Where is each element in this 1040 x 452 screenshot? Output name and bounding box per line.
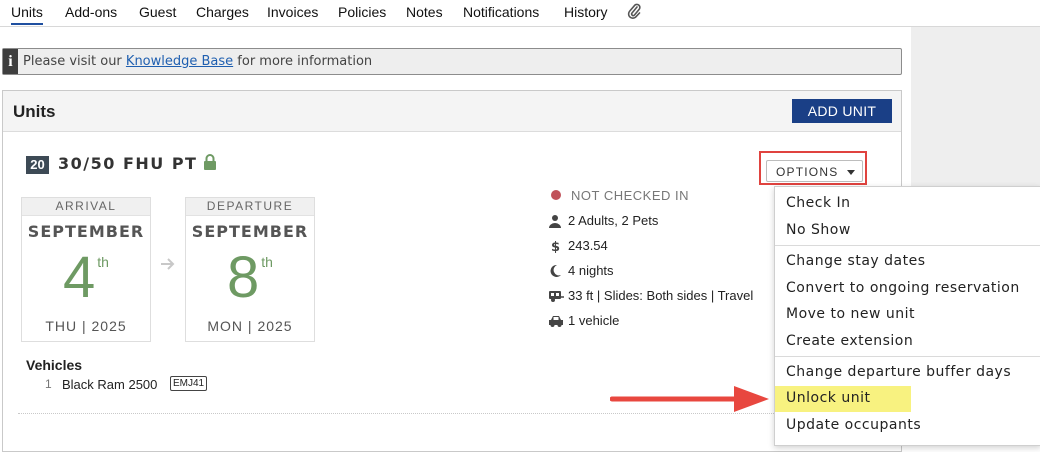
- car-icon: [549, 316, 563, 327]
- tab-notes[interactable]: Notes: [406, 4, 443, 20]
- svg-text:$: $: [551, 240, 560, 253]
- menu-item-no-show[interactable]: No Show: [775, 218, 1040, 244]
- add-unit-button[interactable]: ADD UNIT: [792, 99, 892, 123]
- departure-day-suffix: th: [261, 254, 273, 270]
- menu-item-check-in[interactable]: Check In: [775, 191, 1040, 217]
- paperclip-icon[interactable]: [627, 3, 641, 19]
- tab-history[interactable]: History: [564, 4, 608, 20]
- lock-icon: [204, 154, 216, 170]
- menu-item-change-buffer-days[interactable]: Change departure buffer days: [775, 360, 1040, 386]
- menu-divider: [775, 245, 1040, 246]
- site-number-badge: 20: [26, 156, 49, 174]
- rig-text: 33 ft | Slides: Both sides | Travel: [568, 288, 754, 303]
- menu-item-create-extension[interactable]: Create extension: [775, 329, 1040, 355]
- amount-text: 243.54: [568, 238, 608, 253]
- rv-trailer-icon: [549, 291, 564, 302]
- status-dot-icon: [551, 190, 561, 200]
- info-icon: i: [3, 49, 18, 74]
- tab-policies[interactable]: Policies: [338, 4, 386, 20]
- tab-invoices[interactable]: Invoices: [267, 4, 318, 20]
- units-panel-header: Units ADD UNIT: [3, 91, 901, 132]
- notice-text: Please visit our Knowledge Base for more…: [23, 54, 373, 69]
- caret-down-icon: [847, 170, 855, 175]
- dollar-icon: $: [551, 240, 560, 253]
- license-plate-badge: EMJ41: [170, 376, 208, 391]
- menu-divider: [775, 356, 1040, 357]
- annotation-arrow-icon: [610, 386, 769, 412]
- departure-weekday-year: MON | 2025: [207, 318, 293, 334]
- occupants-text: 2 Adults, 2 Pets: [568, 213, 659, 228]
- departure-month: SEPTEMBER: [191, 222, 309, 241]
- options-dropdown-button[interactable]: OPTIONS: [766, 160, 863, 182]
- arrival-weekday-year: THU | 2025: [45, 318, 127, 334]
- site-name: 30/50 FHU PT: [58, 154, 198, 173]
- vehicle-name: Black Ram 2500: [62, 377, 158, 392]
- units-panel-title: Units: [13, 102, 56, 121]
- person-icon: [549, 215, 561, 228]
- check-in-status: NOT CHECKED IN: [571, 188, 689, 203]
- vehicle-index: 1: [45, 377, 52, 391]
- menu-item-unlock-unit[interactable]: Unlock unit: [775, 386, 911, 412]
- menu-item-convert-ongoing[interactable]: Convert to ongoing reservation: [775, 276, 1040, 302]
- tab-guest[interactable]: Guest: [139, 4, 176, 20]
- knowledge-base-notice: i Please visit our Knowledge Base for mo…: [2, 48, 902, 75]
- moon-icon: [550, 264, 561, 277]
- arrival-header: ARRIVAL: [22, 198, 150, 216]
- vehicles-heading: Vehicles: [26, 357, 83, 373]
- vehicle-count-text: 1 vehicle: [568, 313, 620, 328]
- options-menu: Check In No Show Change stay dates Conve…: [774, 186, 1040, 446]
- arrow-right-icon: [161, 258, 175, 270]
- tab-charges[interactable]: Charges: [196, 4, 249, 20]
- tab-bar: Units Add-ons Guest Charges Invoices Pol…: [0, 0, 1040, 27]
- menu-item-update-occupants[interactable]: Update occupants: [775, 413, 1040, 439]
- tab-add-ons[interactable]: Add-ons: [65, 4, 117, 20]
- tab-units[interactable]: Units: [11, 4, 43, 25]
- departure-date-card: DEPARTURE SEPTEMBER 8th MON | 2025: [185, 197, 315, 342]
- nights-text: 4 nights: [568, 263, 614, 278]
- knowledge-base-link[interactable]: Knowledge Base: [126, 54, 233, 69]
- arrival-date-card: ARRIVAL SEPTEMBER 4th THU | 2025: [21, 197, 151, 342]
- tab-notifications[interactable]: Notifications: [463, 4, 539, 20]
- arrival-day-suffix: th: [97, 254, 109, 270]
- arrival-day: 4: [63, 245, 96, 310]
- menu-item-move-unit[interactable]: Move to new unit: [775, 302, 1040, 328]
- departure-day: 8: [227, 245, 260, 310]
- arrival-month: SEPTEMBER: [27, 222, 145, 241]
- departure-header: DEPARTURE: [186, 198, 314, 216]
- menu-item-change-stay-dates[interactable]: Change stay dates: [775, 249, 1040, 275]
